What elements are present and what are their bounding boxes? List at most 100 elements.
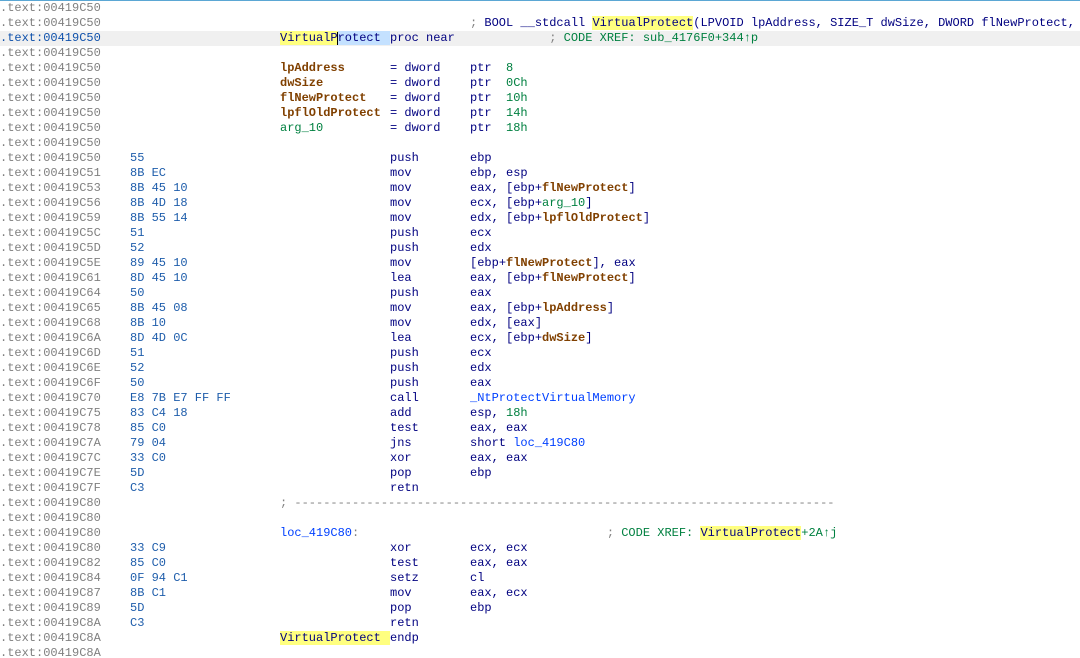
bytes-col (130, 106, 280, 121)
asm-row[interactable]: .text:00419C5D 52pushedx (0, 241, 1080, 256)
asm-row[interactable]: .text:00419C80 (0, 511, 1080, 526)
addr-col: .text:00419C51 (0, 166, 130, 181)
addr-col: .text:00419C50 (0, 106, 130, 121)
operands: ecx, [ebp+arg_10] (470, 196, 1080, 211)
mnemonic: mov (390, 316, 470, 331)
bytes-col: 85 C0 (130, 421, 280, 436)
asm-row[interactable]: .text:00419C50 lpflOldProtect= dwordptr … (0, 106, 1080, 121)
operands: edx, [ebp+lpflOldProtect] (470, 211, 1080, 226)
bytes-col: 51 (130, 346, 280, 361)
bytes-col (130, 136, 280, 151)
asm-row[interactable]: .text:00419C8A VirtualProtect endp (0, 631, 1080, 646)
operands (470, 1, 1080, 16)
addr-col: .text:00419C7E (0, 466, 130, 481)
addr-col: .text:00419C56 (0, 196, 130, 211)
operands: cl (470, 571, 1080, 586)
asm-row[interactable]: .text:00419C51 8B ECmovebp, esp (0, 166, 1080, 181)
addr-col: .text:00419C7C (0, 451, 130, 466)
asm-row[interactable]: .text:00419C5C 51pushecx (0, 226, 1080, 241)
asm-row[interactable]: .text:00419C80 loc_419C80: ; CODE XREF: … (0, 526, 1080, 541)
operands: ebp (470, 601, 1080, 616)
asm-row[interactable]: .text:00419C89 5Dpopebp (0, 601, 1080, 616)
addr-col: .text:00419C8A (0, 631, 130, 646)
mnemonic: setz (390, 571, 470, 586)
mnemonic: lea (390, 271, 470, 286)
mnemonic (390, 1, 470, 16)
addr-col: .text:00419C5D (0, 241, 130, 256)
addr-col: .text:00419C53 (0, 181, 130, 196)
asm-row[interactable]: .text:00419C7E 5Dpopebp (0, 466, 1080, 481)
asm-row[interactable]: .text:00419C7C 33 C0xoreax, eax (0, 451, 1080, 466)
asm-row[interactable]: .text:00419C70 E8 7B E7 FF FFcall_NtProt… (0, 391, 1080, 406)
asm-row[interactable]: .text:00419C7A 79 04jnsshort loc_419C80 (0, 436, 1080, 451)
bytes-col: 79 04 (130, 436, 280, 451)
addr-col: .text:00419C8A (0, 616, 130, 631)
bytes-col: 8B 55 14 (130, 211, 280, 226)
mnemonic: = dword (390, 121, 470, 136)
mnemonic: call (390, 391, 470, 406)
label-col: lpAddress (280, 61, 390, 76)
mnemonic: jns (390, 436, 470, 451)
asm-row[interactable]: .text:00419C6D 51pushecx (0, 346, 1080, 361)
asm-row[interactable]: .text:00419C50 55pushebp (0, 151, 1080, 166)
bytes-col: 50 (130, 286, 280, 301)
asm-row[interactable]: .text:00419C50 lpAddress= dwordptr 8 (0, 61, 1080, 76)
operands: eax, [ebp+flNewProtect] (470, 181, 1080, 196)
operands: eax, [ebp+lpAddress] (470, 301, 1080, 316)
label-col: VirtualProtect (280, 31, 390, 46)
asm-row[interactable]: .text:00419C53 8B 45 10moveax, [ebp+flNe… (0, 181, 1080, 196)
asm-row[interactable]: .text:00419C50 flNewProtect= dwordptr 10… (0, 91, 1080, 106)
asm-row[interactable]: .text:00419C61 8D 45 10leaeax, [ebp+flNe… (0, 271, 1080, 286)
asm-row[interactable]: .text:00419C84 0F 94 C1setzcl (0, 571, 1080, 586)
operands: ptr 0Ch (470, 76, 1080, 91)
asm-row[interactable]: .text:00419C50 (0, 1, 1080, 16)
separator-line: ; --------------------------------------… (280, 496, 1080, 511)
asm-row[interactable]: .text:00419C59 8B 55 14movedx, [ebp+lpfl… (0, 211, 1080, 226)
operands: edx, [eax] (470, 316, 1080, 331)
operands: edx (470, 241, 1080, 256)
asm-row[interactable]: .text:00419C6F 50pusheax (0, 376, 1080, 391)
asm-row[interactable]: .text:00419C80 33 C9xorecx, ecx (0, 541, 1080, 556)
asm-row[interactable]: .text:00419C50 (0, 46, 1080, 61)
bytes-col: 8B 10 (130, 316, 280, 331)
asm-row[interactable]: .text:00419C82 85 C0testeax, eax (0, 556, 1080, 571)
disassembly-listing[interactable]: .text:00419C50 .text:00419C50 ; BOOL __s… (0, 0, 1080, 658)
asm-row[interactable]: .text:00419C65 8B 45 08moveax, [ebp+lpAd… (0, 301, 1080, 316)
operands: _NtProtectVirtualMemory (470, 391, 1080, 406)
asm-row[interactable]: .text:00419C5E 89 45 10mov[ebp+flNewProt… (0, 256, 1080, 271)
mnemonic: mov (390, 586, 470, 601)
asm-row[interactable]: .text:00419C80 ; -----------------------… (0, 496, 1080, 511)
bytes-col: 52 (130, 241, 280, 256)
asm-row[interactable]: .text:00419C50 ; BOOL __stdcall VirtualP… (0, 16, 1080, 31)
mnemonic: proc near (390, 31, 470, 46)
mnemonic: xor (390, 541, 470, 556)
asm-row[interactable]: .text:00419C6A 8D 4D 0Cleaecx, [ebp+dwSi… (0, 331, 1080, 346)
operands: ptr 8 (470, 61, 1080, 76)
operands: ptr 10h (470, 91, 1080, 106)
asm-row[interactable]: .text:00419C6E 52pushedx (0, 361, 1080, 376)
asm-row[interactable]: .text:00419C87 8B C1moveax, ecx (0, 586, 1080, 601)
bytes-col (130, 646, 280, 658)
asm-row[interactable]: .text:00419C50 dwSize= dwordptr 0Ch (0, 76, 1080, 91)
bytes-col: 8B 4D 18 (130, 196, 280, 211)
addr-col: .text:00419C70 (0, 391, 130, 406)
asm-row[interactable]: .text:00419C68 8B 10movedx, [eax] (0, 316, 1080, 331)
asm-row[interactable]: .text:00419C75 83 C4 18addesp, 18h (0, 406, 1080, 421)
asm-row[interactable]: .text:00419C7F C3retn (0, 481, 1080, 496)
asm-row[interactable]: .text:00419C64 50pusheax (0, 286, 1080, 301)
operands: eax, [ebp+flNewProtect] (470, 271, 1080, 286)
asm-row[interactable]: .text:00419C78 85 C0testeax, eax (0, 421, 1080, 436)
asm-row[interactable]: .text:00419C8A (0, 646, 1080, 658)
asm-row[interactable]: .text:00419C50 VirtualProtect proc near … (0, 31, 1080, 46)
bytes-col: 8D 4D 0C (130, 331, 280, 346)
asm-row[interactable]: .text:00419C8A C3retn (0, 616, 1080, 631)
bytes-col (130, 511, 280, 526)
mnemonic (390, 16, 470, 31)
asm-row[interactable]: .text:00419C50 (0, 136, 1080, 151)
asm-row[interactable]: .text:00419C56 8B 4D 18movecx, [ebp+arg_… (0, 196, 1080, 211)
mnemonic: push (390, 151, 470, 166)
operands: ebp (470, 151, 1080, 166)
asm-row[interactable]: .text:00419C50 arg_10= dwordptr 18h (0, 121, 1080, 136)
operands: eax (470, 286, 1080, 301)
mnemonic: push (390, 376, 470, 391)
